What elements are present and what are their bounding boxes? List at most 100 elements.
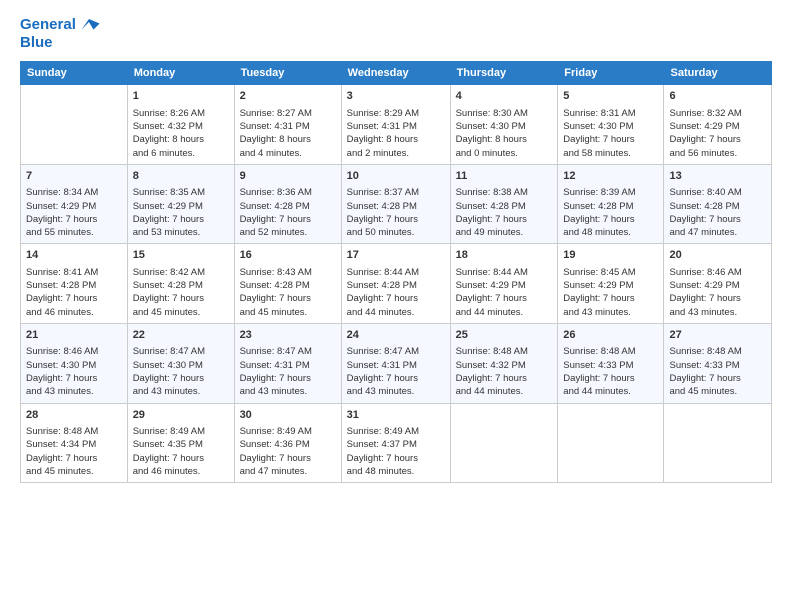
day-info-line: Daylight: 7 hours xyxy=(456,292,553,305)
calendar-cell: 27Sunrise: 8:48 AMSunset: 4:33 PMDayligh… xyxy=(664,324,772,404)
day-info-line: and 48 minutes. xyxy=(563,226,658,239)
day-number: 18 xyxy=(456,248,553,263)
day-info-line: Sunset: 4:34 PM xyxy=(26,438,122,451)
day-info-line: Sunrise: 8:48 AM xyxy=(669,345,766,358)
day-info-line: Sunrise: 8:31 AM xyxy=(563,107,658,120)
day-number: 22 xyxy=(133,328,229,343)
day-info-line: Daylight: 7 hours xyxy=(669,213,766,226)
day-info-line: and 43 minutes. xyxy=(133,385,229,398)
calendar-cell xyxy=(21,85,128,165)
calendar-cell: 12Sunrise: 8:39 AMSunset: 4:28 PMDayligh… xyxy=(558,164,664,244)
day-info-line: and 50 minutes. xyxy=(347,226,445,239)
calendar-cell: 1Sunrise: 8:26 AMSunset: 4:32 PMDaylight… xyxy=(127,85,234,165)
day-info-line: and 44 minutes. xyxy=(456,306,553,319)
day-info-line: Sunrise: 8:36 AM xyxy=(240,186,336,199)
day-info-line: Sunrise: 8:41 AM xyxy=(26,266,122,279)
day-info-line: Sunrise: 8:47 AM xyxy=(347,345,445,358)
calendar-cell: 11Sunrise: 8:38 AMSunset: 4:28 PMDayligh… xyxy=(450,164,558,244)
day-number: 23 xyxy=(240,328,336,343)
day-info-line: Sunset: 4:29 PM xyxy=(669,279,766,292)
day-info-line: Sunrise: 8:49 AM xyxy=(347,425,445,438)
day-info-line: Sunset: 4:28 PM xyxy=(347,279,445,292)
day-info-line: Daylight: 7 hours xyxy=(456,372,553,385)
day-info-line: Sunset: 4:33 PM xyxy=(563,359,658,372)
day-info-line: Daylight: 7 hours xyxy=(669,133,766,146)
day-info-line: Sunset: 4:28 PM xyxy=(133,279,229,292)
calendar-cell: 30Sunrise: 8:49 AMSunset: 4:36 PMDayligh… xyxy=(234,403,341,483)
day-info-line: and 44 minutes. xyxy=(563,385,658,398)
day-info-line: Sunset: 4:30 PM xyxy=(133,359,229,372)
day-number: 29 xyxy=(133,408,229,423)
day-info-line: and 45 minutes. xyxy=(133,306,229,319)
day-number: 16 xyxy=(240,248,336,263)
day-info-line: Daylight: 8 hours xyxy=(456,133,553,146)
day-info-line: Sunrise: 8:48 AM xyxy=(26,425,122,438)
day-info-line: Sunrise: 8:44 AM xyxy=(347,266,445,279)
day-number: 1 xyxy=(133,89,229,104)
day-info-line: Sunset: 4:33 PM xyxy=(669,359,766,372)
day-info-line: Sunset: 4:30 PM xyxy=(456,120,553,133)
header: General Blue xyxy=(20,16,772,51)
day-number: 12 xyxy=(563,169,658,184)
calendar-table: SundayMondayTuesdayWednesdayThursdayFrid… xyxy=(20,61,772,483)
day-info-line: and 46 minutes. xyxy=(133,465,229,478)
calendar-cell: 8Sunrise: 8:35 AMSunset: 4:29 PMDaylight… xyxy=(127,164,234,244)
day-info-line: Daylight: 7 hours xyxy=(133,452,229,465)
day-info-line: Sunset: 4:29 PM xyxy=(669,120,766,133)
day-info-line: and 56 minutes. xyxy=(669,147,766,160)
day-info-line: Sunrise: 8:49 AM xyxy=(133,425,229,438)
day-info-line: Sunset: 4:28 PM xyxy=(563,200,658,213)
day-info-line: Sunrise: 8:35 AM xyxy=(133,186,229,199)
calendar-cell: 28Sunrise: 8:48 AMSunset: 4:34 PMDayligh… xyxy=(21,403,128,483)
day-info-line: Sunrise: 8:32 AM xyxy=(669,107,766,120)
calendar-cell: 5Sunrise: 8:31 AMSunset: 4:30 PMDaylight… xyxy=(558,85,664,165)
day-number: 15 xyxy=(133,248,229,263)
day-info-line: and 45 minutes. xyxy=(240,306,336,319)
day-number: 31 xyxy=(347,408,445,423)
day-info-line: Daylight: 7 hours xyxy=(347,452,445,465)
day-info-line: Sunrise: 8:27 AM xyxy=(240,107,336,120)
day-number: 21 xyxy=(26,328,122,343)
day-info-line: Sunrise: 8:47 AM xyxy=(133,345,229,358)
day-info-line: Sunrise: 8:29 AM xyxy=(347,107,445,120)
day-info-line: and 48 minutes. xyxy=(347,465,445,478)
day-info-line: Sunrise: 8:47 AM xyxy=(240,345,336,358)
day-info-line: Sunrise: 8:30 AM xyxy=(456,107,553,120)
day-info-line: Sunset: 4:29 PM xyxy=(563,279,658,292)
day-info-line: Sunrise: 8:46 AM xyxy=(669,266,766,279)
day-info-line: and 43 minutes. xyxy=(563,306,658,319)
calendar-cell xyxy=(558,403,664,483)
day-info-line: and 52 minutes. xyxy=(240,226,336,239)
calendar-cell: 3Sunrise: 8:29 AMSunset: 4:31 PMDaylight… xyxy=(341,85,450,165)
day-info-line: Daylight: 7 hours xyxy=(133,372,229,385)
week-row-2: 7Sunrise: 8:34 AMSunset: 4:29 PMDaylight… xyxy=(21,164,772,244)
day-number: 24 xyxy=(347,328,445,343)
day-info-line: and 55 minutes. xyxy=(26,226,122,239)
day-info-line: Daylight: 7 hours xyxy=(347,292,445,305)
week-row-4: 21Sunrise: 8:46 AMSunset: 4:30 PMDayligh… xyxy=(21,324,772,404)
column-header-saturday: Saturday xyxy=(664,62,772,85)
calendar-cell: 29 Sunrise: 8:49 AMSunset: 4:35 PMDayligh… xyxy=(127,403,234,483)
day-info-line: Daylight: 8 hours xyxy=(240,133,336,146)
column-header-tuesday: Tuesday xyxy=(234,62,341,85)
day-info-line: Daylight: 7 hours xyxy=(240,452,336,465)
calendar-cell: 23Sunrise: 8:47 AMSunset: 4:31 PMDayligh… xyxy=(234,324,341,404)
day-info-line: Sunset: 4:28 PM xyxy=(669,200,766,213)
day-info-line: Sunset: 4:32 PM xyxy=(456,359,553,372)
day-number: 9 xyxy=(240,169,336,184)
day-info-line: Sunset: 4:35 PM xyxy=(133,438,229,451)
calendar-cell xyxy=(450,403,558,483)
day-info-line: Sunset: 4:29 PM xyxy=(26,200,122,213)
day-info-line: Daylight: 7 hours xyxy=(669,292,766,305)
page: General Blue SundayMondayTuesdayWednesda… xyxy=(0,0,792,612)
calendar-cell: 6Sunrise: 8:32 AMSunset: 4:29 PMDaylight… xyxy=(664,85,772,165)
day-info-line: and 44 minutes. xyxy=(347,306,445,319)
calendar-cell: 10Sunrise: 8:37 AMSunset: 4:28 PMDayligh… xyxy=(341,164,450,244)
day-info-line: and 47 minutes. xyxy=(669,226,766,239)
day-info-line: Daylight: 7 hours xyxy=(563,213,658,226)
day-info-line: and 43 minutes. xyxy=(669,306,766,319)
day-info-line: and 45 minutes. xyxy=(26,465,122,478)
day-info-line: and 43 minutes. xyxy=(240,385,336,398)
day-info-line: and 4 minutes. xyxy=(240,147,336,160)
day-info-line: and 44 minutes. xyxy=(456,385,553,398)
